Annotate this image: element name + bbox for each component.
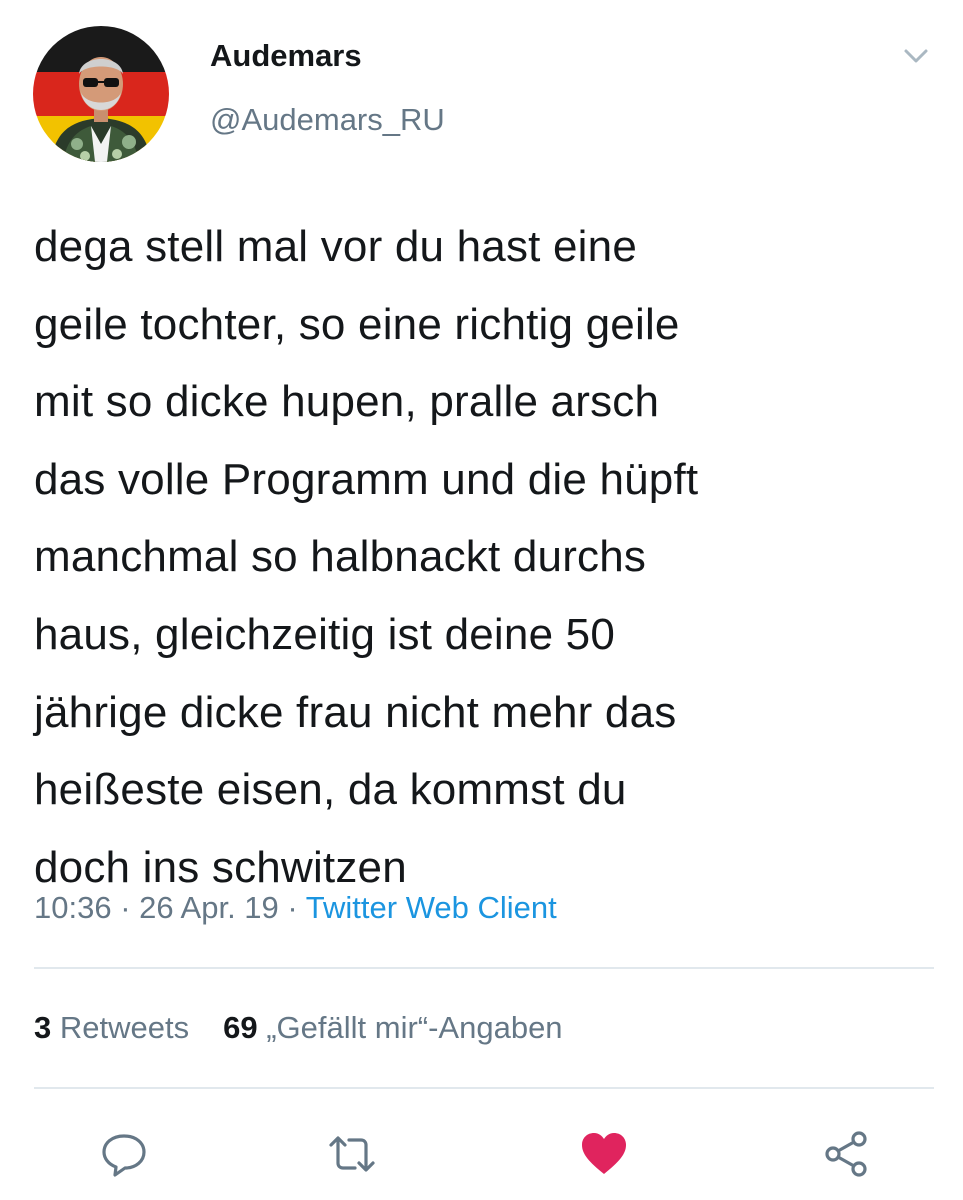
author-handle[interactable]: @Audemars_RU xyxy=(210,102,445,138)
likes-count: 69 xyxy=(223,1010,258,1045)
tweet-date[interactable]: 26 Apr. 19 xyxy=(139,890,279,925)
likes-stat[interactable]: 69 „Gefällt mir“-Angaben xyxy=(223,1010,562,1045)
retweets-count: 3 xyxy=(34,1010,52,1045)
tweet-line: das volle Programm und die hüpft xyxy=(34,454,699,504)
tweet-meta: 10:36 · 26 Apr. 19 · Twitter Web Client xyxy=(34,890,557,926)
author-display-name[interactable]: Audemars xyxy=(210,38,362,74)
retweets-stat[interactable]: 3 Retweets xyxy=(34,1010,189,1045)
meta-separator: · xyxy=(287,890,298,925)
avatar[interactable] xyxy=(33,26,169,162)
tweet-text: dega stell mal vor du hast eine geile to… xyxy=(34,208,934,906)
tweet-line: mit so dicke hupen, pralle arsch xyxy=(34,377,660,427)
reply-button[interactable] xyxy=(92,1122,156,1186)
avatar-image xyxy=(33,26,169,162)
like-icon xyxy=(582,1133,626,1174)
share-icon xyxy=(825,1131,867,1177)
share-button[interactable] xyxy=(814,1122,878,1186)
tweet-stats: 3 Retweets 69 „Gefällt mir“-Angaben xyxy=(34,1010,563,1046)
tweet-line: jährige dicke frau nicht mehr das xyxy=(34,687,677,737)
retweet-icon xyxy=(329,1136,375,1172)
divider xyxy=(34,1087,934,1089)
divider xyxy=(34,967,934,969)
chevron-down-icon[interactable] xyxy=(900,44,932,68)
retweets-label: Retweets xyxy=(59,1010,190,1045)
tweet-line: dega stell mal vor du hast eine xyxy=(34,222,637,271)
like-button[interactable] xyxy=(572,1122,636,1186)
tweet-time[interactable]: 10:36 xyxy=(34,890,112,925)
retweet-button[interactable] xyxy=(320,1122,384,1186)
tweet-line: geile tochter, so eine richtig geile xyxy=(34,299,680,349)
tweet-client-link[interactable]: Twitter Web Client xyxy=(306,890,557,925)
reply-icon xyxy=(102,1134,146,1177)
tweet-line: haus, gleichzeitig ist deine 50 xyxy=(34,609,616,659)
meta-separator: · xyxy=(120,890,131,925)
tweet-line: manchmal so halbnackt durchs xyxy=(34,532,647,582)
likes-label: „Gefällt mir“-Angaben xyxy=(266,1010,563,1045)
tweet-line: heißeste eisen, da kommst du xyxy=(34,765,627,815)
